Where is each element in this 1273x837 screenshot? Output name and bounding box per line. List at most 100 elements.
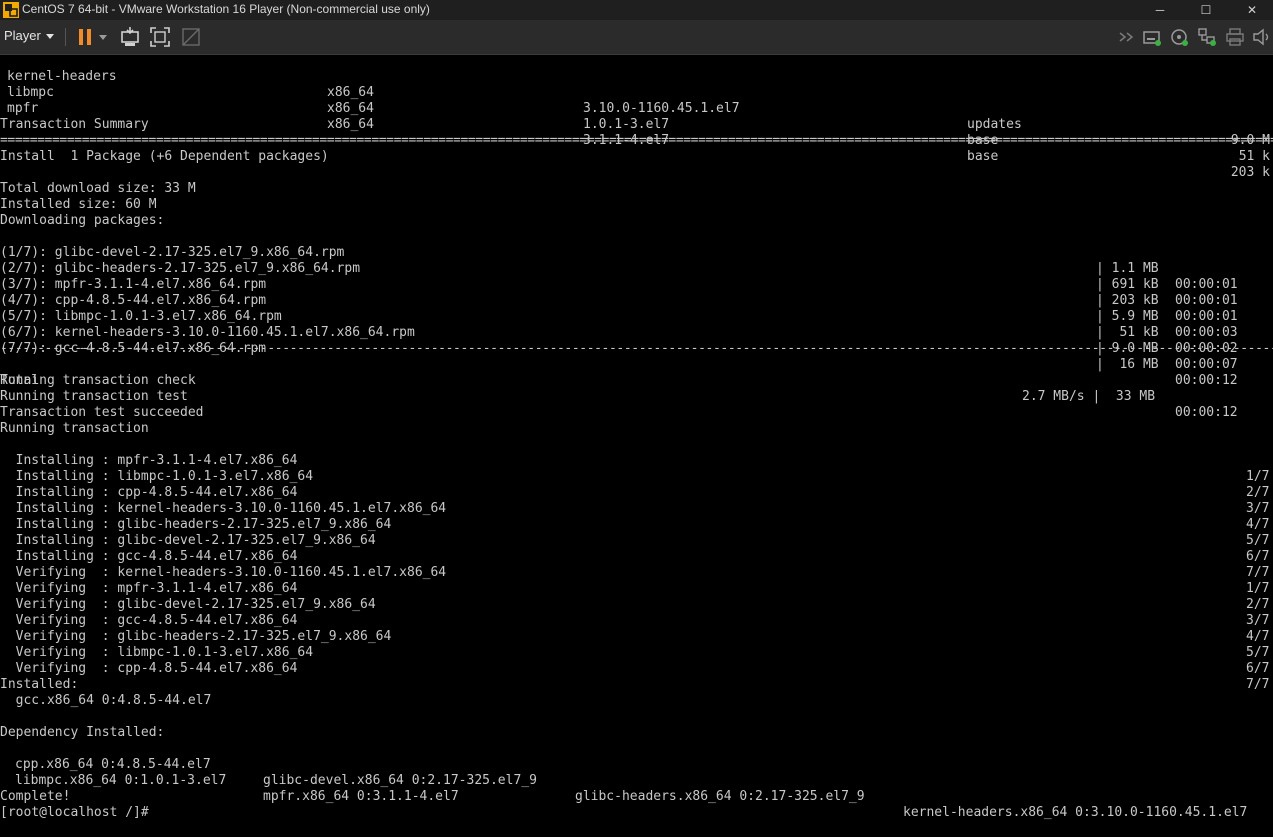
pause-dropdown-icon[interactable] <box>96 26 110 48</box>
step-text: Verifying : cpp-4.8.5-44.el7.x86_64 <box>0 661 298 676</box>
download-time: 00:00:12 <box>1175 373 1238 388</box>
download-row: (4/7): cpp-4.8.5-44.el7.x86_64.rpm | 5.9… <box>0 277 1238 340</box>
download-file: (6/7): kernel-headers-3.10.0-1160.45.1.e… <box>0 325 415 340</box>
download-file: (4/7): cpp-4.8.5-44.el7.x86_64.rpm <box>0 293 267 308</box>
package-repo: base <box>967 149 999 164</box>
download-row: (7/7): gcc-4.8.5-44.el7.x86_64.rpm | 16 … <box>0 325 1238 388</box>
removable-device-icon[interactable] <box>1141 26 1163 48</box>
vmware-player-icon <box>3 2 19 18</box>
chevron-down-icon <box>46 34 54 39</box>
package-arch: x86_64 <box>327 117 374 132</box>
package-name: mpfr <box>7 101 39 116</box>
dash-separator-line: ----------------------------------------… <box>0 341 1273 356</box>
download-row: (3/7): mpfr-3.1.1-4.el7.x86_64.rpm | 203… <box>0 261 1238 324</box>
dependency-item: glibc-devel.x86_64 0:2.17-325.el7_9 <box>263 773 537 788</box>
package-repo: updates <box>967 117 1022 132</box>
transaction-line: Running transaction test <box>0 389 188 404</box>
dependency-item: libmpc.x86_64 0:1.0.1-3.el7 <box>15 773 227 788</box>
close-button[interactable]: ✕ <box>1229 0 1273 20</box>
download-file: (5/7): libmpc-1.0.1-3.el7.x86_64.rpm <box>0 309 282 324</box>
separator-line: ========================================… <box>0 133 1273 148</box>
transaction-line: Running transaction check <box>0 373 196 388</box>
install-step-row: Installing : libmpc-1.0.1-3.el7.x86_64 2… <box>0 453 1273 500</box>
download-time: 00:00:07 <box>1175 357 1238 372</box>
download-row: (1/7): glibc-devel-2.17-325.el7_9.x86_64… <box>0 229 1238 292</box>
verify-step-row: Verifying : glibc-headers-2.17-325.el7_9… <box>0 613 1273 660</box>
package-arch: x86_64 <box>327 101 374 116</box>
window-titlebar[interactable]: CentOS 7 64-bit - VMware Workstation 16 … <box>0 0 1273 20</box>
download-row: (5/7): libmpc-1.0.1-3.el7.x86_64.rpm | 5… <box>0 293 1238 356</box>
install-step-row: Installing : kernel-headers-3.10.0-1160.… <box>0 485 1273 532</box>
download-time: 00:00:01 <box>1175 309 1238 324</box>
package-arch: x86_64 <box>327 85 374 100</box>
package-row: libmpc x86_64 1.0.1-3.el7 base 51 k <box>0 69 1270 164</box>
verify-step-row: Verifying : gcc-4.8.5-44.el7.x86_64 4/7 <box>0 597 1273 644</box>
download-size-line: Total download size: 33 M <box>0 181 196 196</box>
printer-icon[interactable] <box>1224 26 1246 48</box>
fullscreen-icon[interactable] <box>149 26 171 48</box>
installed-item: gcc.x86_64 0:4.8.5-44.el7 <box>0 693 212 708</box>
forward-icon[interactable] <box>1116 26 1138 48</box>
transaction-summary-title: Transaction Summary <box>0 117 149 132</box>
sound-icon[interactable] <box>1251 26 1273 48</box>
dependency-item: glibc-headers.x86_64 0:2.17-325.el7_9 <box>575 789 865 804</box>
download-time: 00:00:01 <box>1175 293 1238 308</box>
install-summary-line: Install 1 Package (+6 Dependent packages… <box>0 149 329 164</box>
installed-title: Installed: <box>0 677 79 692</box>
dependency-row: libmpc.x86_64 0:1.0.1-3.el7 mpfr.x86_64 … <box>0 757 1273 804</box>
verify-step-row: Verifying : glibc-devel-2.17-325.el7_9.x… <box>0 581 1273 628</box>
download-row: (6/7): kernel-headers-3.10.0-1160.45.1.e… <box>0 309 1238 372</box>
dependency-item: mpfr.x86_64 0:3.1.1-4.el7 <box>263 789 459 804</box>
step-count: 7/7 <box>1246 677 1270 692</box>
installed-size-line: Installed size: 60 M <box>0 197 157 212</box>
download-size: | 5.9 MB <box>1096 309 1159 324</box>
install-step-row: Installing : gcc-4.8.5-44.el7.x86_64 7/7 <box>0 533 1273 580</box>
vm-console-terminal[interactable]: kernel-headers x86_64 3.10.0-1160.45.1.e… <box>0 55 1273 822</box>
package-row: mpfr x86_64 3.1.1-4.el7 base 203 k <box>0 85 1270 180</box>
player-menu-label: Player <box>4 28 41 43</box>
dependency-item: kernel-headers.x86_64 0:3.10.0-1160.45.1… <box>903 805 1248 820</box>
verify-step-row: Verifying : kernel-headers-3.10.0-1160.4… <box>0 549 1273 596</box>
download-file: (2/7): glibc-headers-2.17-325.el7_9.x86_… <box>0 261 361 276</box>
download-file: (3/7): mpfr-3.1.1-4.el7.x86_64.rpm <box>0 277 267 292</box>
maximize-button[interactable]: ☐ <box>1183 0 1229 20</box>
dependency-row: cpp.x86_64 0:4.8.5-44.el7 glibc-devel.x8… <box>0 741 1273 820</box>
verify-step-row: Verifying : cpp-4.8.5-44.el7.x86_64 7/7 <box>0 645 1273 692</box>
total-time: 00:00:12 <box>1175 405 1238 420</box>
package-version: 3.10.0-1160.45.1.el7 <box>583 101 740 116</box>
package-size: 203 k <box>1230 165 1270 180</box>
install-step-row: Installing : cpp-4.8.5-44.el7.x86_64 3/7 <box>0 469 1273 516</box>
download-size: | 1.1 MB <box>1096 261 1159 276</box>
download-file: (1/7): glibc-devel-2.17-325.el7_9.x86_64… <box>0 245 345 260</box>
install-step-row: Installing : glibc-devel-2.17-325.el7_9.… <box>0 517 1273 564</box>
download-size: | 51 kB <box>1096 325 1159 340</box>
cd-dvd-icon[interactable] <box>1168 26 1190 48</box>
window-title: CentOS 7 64-bit - VMware Workstation 16 … <box>22 2 430 16</box>
send-ctrl-alt-del-icon[interactable] <box>119 26 141 48</box>
download-size: | 16 MB <box>1096 357 1159 372</box>
network-adapter-icon[interactable] <box>1196 26 1218 48</box>
dependency-installed-title: Dependency Installed: <box>0 725 165 740</box>
package-size: 51 k <box>1238 149 1270 164</box>
total-rate-size: 2.7 MB/s | 33 MB <box>1022 389 1156 404</box>
complete-line: Complete! <box>0 789 71 804</box>
download-size: | 203 kB <box>1096 293 1159 308</box>
verify-step-row: Verifying : mpfr-3.1.1-4.el7.x86_64 2/7 <box>0 565 1273 612</box>
minimize-button[interactable]: ─ <box>1137 0 1183 20</box>
step-count: 6/7 <box>1246 661 1270 676</box>
shell-prompt[interactable]: [root@localhost /]# <box>0 805 149 821</box>
transaction-line: Running transaction <box>0 421 149 436</box>
player-toolbar: Player <box>0 20 1273 55</box>
unity-icon[interactable] <box>180 26 202 48</box>
pause-icon[interactable] <box>74 26 96 48</box>
download-time: 00:00:01 <box>1175 277 1238 292</box>
downloading-line: Downloading packages: <box>0 213 165 228</box>
download-row: (2/7): glibc-headers-2.17-325.el7_9.x86_… <box>0 245 1238 308</box>
download-time: 00:00:03 <box>1175 325 1238 340</box>
transaction-line: Transaction test succeeded <box>0 405 204 420</box>
package-version: 1.0.1-3.el7 <box>583 117 670 132</box>
package-row: kernel-headers x86_64 3.10.0-1160.45.1.e… <box>0 53 1270 148</box>
install-step-row: Installing : mpfr-3.1.1-4.el7.x86_64 1/7 <box>0 437 1273 484</box>
toolbar-divider <box>65 28 66 46</box>
total-row: Total 2.7 MB/s | 33 MB 00:00:12 <box>0 357 1238 420</box>
